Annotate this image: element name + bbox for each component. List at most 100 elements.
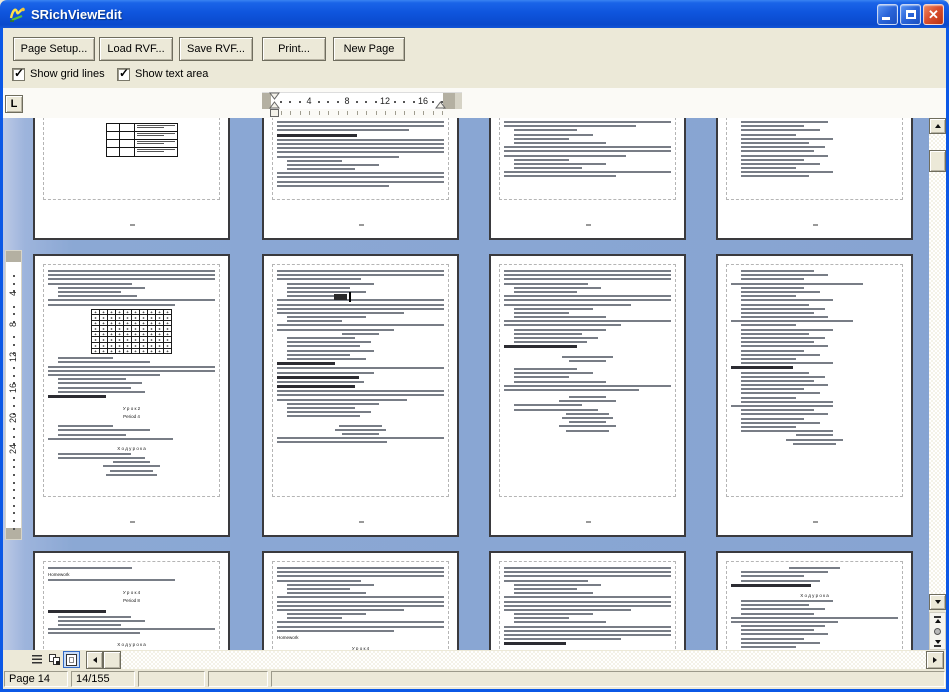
show-grid-lines-checkbox[interactable]: ✓ [12, 68, 25, 81]
minimize-button[interactable] [877, 4, 898, 25]
scroll-up-icon [935, 124, 941, 128]
text-line [741, 333, 809, 335]
text-line [741, 358, 796, 360]
text-line [58, 357, 113, 359]
ruler-tick [13, 505, 15, 507]
right-indent-marker[interactable] [435, 101, 446, 109]
page-r3c1[interactable]: HomeworkУ р о к 4Period 8Х о д у р о к а [33, 551, 230, 650]
left-indent-box-marker[interactable] [269, 109, 280, 117]
page-r2c4[interactable] [716, 254, 913, 537]
vertical-ruler[interactable]: 4812162024 [5, 250, 22, 540]
load-rvf-button[interactable]: Load RVF... [99, 37, 173, 61]
text-line [277, 376, 359, 379]
text-line [741, 337, 825, 339]
scroll-down-icon [935, 600, 941, 604]
vertical-scroll-track[interactable] [929, 134, 946, 594]
text-line [277, 125, 444, 127]
hanging-indent-marker[interactable] [269, 101, 280, 109]
show-text-area-checkbox[interactable]: ✓ [117, 68, 130, 81]
first-line-indent-marker[interactable] [269, 92, 280, 100]
page-text-area [726, 118, 903, 200]
text-line [741, 571, 828, 573]
title-bar[interactable]: SRichViewEdit ✕ [0, 0, 949, 28]
save-rvf-button[interactable]: Save RVF... [179, 37, 253, 61]
scroll-up-button[interactable] [929, 118, 946, 134]
text-line [48, 579, 175, 581]
text-line [504, 385, 671, 387]
text-line [287, 168, 355, 170]
vertical-scroll-thumb[interactable] [929, 150, 946, 172]
scroll-right-button[interactable] [926, 651, 944, 669]
page-text-area [272, 118, 449, 200]
page-r3c3[interactable] [489, 551, 686, 650]
horizontal-scroll-thumb[interactable] [103, 651, 121, 669]
page-r2c3[interactable] [489, 254, 686, 537]
text-line [287, 320, 342, 322]
page-r1c1[interactable] [33, 118, 230, 240]
ruler-tick [309, 111, 310, 115]
ruler-number: 4 [8, 291, 18, 296]
next-page-button[interactable] [930, 637, 945, 649]
pages-view-button[interactable] [46, 651, 63, 668]
horizontal-ruler[interactable]: 481216 [262, 92, 462, 109]
text-line [741, 167, 796, 169]
text-line [731, 621, 838, 623]
text-line [48, 274, 215, 276]
previous-page-icon [934, 616, 941, 618]
ruler-tick [432, 101, 434, 103]
show-grid-lines-label: Show grid lines [30, 68, 105, 80]
document-viewport[interactable]: У р о к 2Period 4Х о д у р о к а Homework… [3, 118, 929, 650]
text-line [107, 140, 120, 147]
text-line [120, 124, 135, 131]
browse-object-button[interactable] [930, 625, 945, 637]
previous-page-button[interactable] [930, 613, 945, 625]
text-line [277, 626, 444, 628]
draft-view-button[interactable] [28, 651, 45, 668]
page-layout-view-button[interactable] [63, 651, 80, 668]
page-heading-text: У р о к 2 [69, 406, 194, 412]
ruler-tick [13, 466, 15, 468]
scroll-down-button[interactable] [929, 594, 946, 610]
text-line [559, 400, 616, 402]
ruler-tick [413, 101, 415, 103]
ruler-number: 16 [418, 96, 428, 106]
page-r1c2[interactable] [262, 118, 459, 240]
page-setup-button[interactable]: Page Setup... [13, 37, 95, 61]
page-r1c4[interactable] [716, 118, 913, 240]
ruler-tick [394, 101, 396, 103]
text-line [277, 601, 444, 603]
page-r3c4[interactable]: Х о д у р о к а [716, 551, 913, 650]
maximize-button[interactable] [900, 4, 921, 25]
page-r2c1[interactable]: У р о к 2Period 4Х о д у р о к а [33, 254, 230, 537]
print-button[interactable]: Print... [262, 37, 326, 61]
ruler-tick [13, 436, 15, 438]
text-line [135, 140, 177, 147]
tab-alignment-selector[interactable]: L [5, 95, 23, 113]
text-line [514, 584, 601, 586]
text-line [504, 580, 588, 582]
page-text-area [43, 118, 220, 200]
text-line [277, 441, 387, 443]
text-line [741, 129, 819, 131]
vertical-scrollbar[interactable] [929, 118, 946, 650]
page-r1c3[interactable] [489, 118, 686, 240]
ruler-tick [328, 111, 329, 115]
text-line [514, 333, 582, 335]
text-line [514, 138, 569, 140]
text-line [277, 596, 444, 598]
text-line [48, 374, 160, 376]
page-r2c2[interactable] [262, 254, 459, 537]
page-number-mark [359, 224, 364, 226]
text-line [107, 148, 177, 156]
text-line [277, 329, 394, 331]
new-page-button[interactable]: New Page [333, 37, 405, 61]
scroll-left-button[interactable] [86, 651, 103, 669]
horizontal-scroll-track[interactable] [121, 651, 926, 669]
bottom-bar [3, 650, 946, 670]
text-line [107, 132, 177, 140]
text-line [504, 634, 671, 636]
text-line [48, 632, 140, 634]
close-button[interactable]: ✕ [923, 4, 944, 25]
page-r3c2[interactable]: HomeworkУ р о к 4 [262, 551, 459, 650]
text-line [504, 283, 588, 285]
